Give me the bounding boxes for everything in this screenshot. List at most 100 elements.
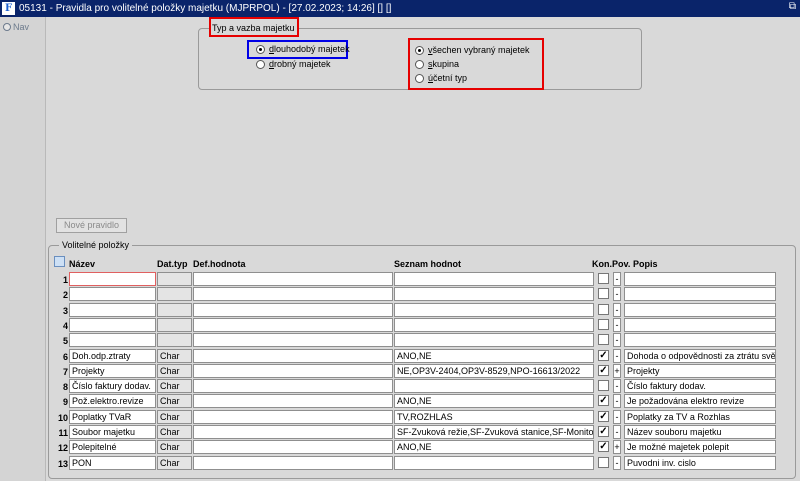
cell-seznam-hodnot[interactable] (394, 379, 594, 394)
select-all-box[interactable] (54, 256, 65, 267)
cell-nazev[interactable]: Pož.elektro.revize (69, 394, 156, 409)
cell-nazev[interactable]: Soubor majetku (69, 425, 156, 439)
pov-toggle[interactable]: - (613, 302, 621, 317)
pov-toggle[interactable]: - (613, 272, 621, 286)
pov-toggle[interactable]: - (613, 348, 621, 363)
kon-checkbox[interactable]: ✓ (598, 364, 609, 376)
restore-window-icon[interactable]: ⧉ (789, 1, 796, 12)
cell-nazev[interactable]: PON (69, 455, 156, 470)
cell-popis[interactable]: Je možné majetek polepit (624, 440, 776, 455)
new-rule-button[interactable]: Nové pravidlo (56, 218, 127, 233)
cell-dattyp[interactable] (157, 272, 192, 286)
cell-dattyp[interactable]: Char (157, 379, 192, 394)
cell-seznam-hodnot[interactable]: ANO,NE (394, 394, 594, 409)
cell-nazev[interactable] (69, 272, 156, 286)
cell-dattyp[interactable]: Char (157, 348, 192, 363)
cell-defhodnota[interactable] (193, 302, 393, 317)
cell-nazev[interactable] (69, 333, 156, 348)
cell-dattyp[interactable] (157, 287, 192, 302)
cell-nazev[interactable]: Polepitelné (69, 440, 156, 455)
cell-nazev[interactable]: Projekty (69, 363, 156, 378)
kon-checkbox[interactable] (598, 288, 609, 300)
radio-long-term-asset[interactable]: dlouhodobý majetek (256, 44, 350, 54)
pov-toggle[interactable]: - (613, 394, 621, 409)
cell-defhodnota[interactable] (193, 394, 393, 409)
cell-seznam-hodnot[interactable] (394, 272, 594, 286)
cell-popis[interactable] (624, 317, 776, 332)
radio-all-selected-assets[interactable]: všechen vybraný majetek (415, 45, 530, 55)
cell-defhodnota[interactable] (193, 348, 393, 363)
cell-dattyp[interactable]: Char (157, 409, 192, 424)
cell-defhodnota[interactable] (193, 333, 393, 348)
cell-defhodnota[interactable] (193, 409, 393, 424)
cell-defhodnota[interactable] (193, 425, 393, 439)
cell-nazev[interactable]: Doh.odp.ztraty (69, 348, 156, 363)
radio-group[interactable]: skupina (415, 59, 459, 69)
cell-nazev[interactable]: Poplatky TVaR (69, 409, 156, 424)
cell-seznam-hodnot[interactable] (394, 287, 594, 302)
kon-checkbox[interactable] (598, 380, 609, 392)
cell-popis[interactable] (624, 272, 776, 286)
pov-toggle[interactable]: - (613, 317, 621, 332)
radio-accounting-type[interactable]: účetní typ (415, 73, 467, 83)
cell-seznam-hodnot[interactable] (394, 317, 594, 332)
cell-defhodnota[interactable] (193, 455, 393, 470)
cell-popis[interactable]: Název souboru majetku (624, 425, 776, 439)
radio-group-indicator[interactable] (415, 59, 424, 69)
cell-popis[interactable]: Je požadována elektro revize (624, 394, 776, 409)
radio-accounting-type-indicator[interactable] (415, 73, 424, 83)
cell-defhodnota[interactable] (193, 317, 393, 332)
cell-defhodnota[interactable] (193, 440, 393, 455)
cell-dattyp[interactable]: Char (157, 394, 192, 409)
radio-long-term-indicator[interactable] (256, 44, 265, 54)
pov-toggle[interactable]: - (613, 333, 621, 348)
cell-dattyp[interactable]: Char (157, 455, 192, 470)
cell-dattyp[interactable]: Char (157, 425, 192, 439)
pov-toggle[interactable]: + (613, 440, 621, 455)
cell-popis[interactable]: Dohoda o odpovědnosti za ztrátu svěř (624, 348, 776, 363)
cell-dattyp[interactable] (157, 317, 192, 332)
cell-popis[interactable]: Číslo faktury dodav. (624, 379, 776, 394)
kon-checkbox[interactable]: ✓ (598, 410, 609, 422)
cell-popis[interactable] (624, 302, 776, 317)
cell-popis[interactable]: Projekty (624, 363, 776, 378)
cell-seznam-hodnot[interactable]: ANO,NE (394, 440, 594, 455)
kon-checkbox[interactable]: ✓ (598, 395, 609, 407)
cell-nazev[interactable] (69, 287, 156, 302)
pov-toggle[interactable]: - (613, 409, 621, 424)
kon-checkbox[interactable]: ✓ (598, 349, 609, 361)
kon-checkbox[interactable]: ✓ (598, 441, 609, 453)
cell-popis[interactable]: Poplatky za TV a Rozhlas (624, 409, 776, 424)
cell-nazev[interactable]: Číslo faktury dodav. (69, 379, 156, 394)
cell-defhodnota[interactable] (193, 287, 393, 302)
kon-checkbox[interactable] (598, 318, 609, 330)
pov-toggle[interactable]: - (613, 379, 621, 394)
radio-all-selected-indicator[interactable] (415, 45, 424, 55)
nav-button[interactable]: Nav (3, 22, 29, 32)
cell-dattyp[interactable] (157, 333, 192, 348)
cell-seznam-hodnot[interactable] (394, 455, 594, 470)
kon-checkbox[interactable]: ✓ (598, 426, 609, 437)
cell-defhodnota[interactable] (193, 272, 393, 286)
cell-popis[interactable]: Puvodni inv. cislo (624, 455, 776, 470)
cell-seznam-hodnot[interactable] (394, 302, 594, 317)
kon-checkbox[interactable] (598, 334, 609, 346)
cell-seznam-hodnot[interactable]: SF-Zvuková režie,SF-Zvuková stanice,SF-M… (394, 425, 594, 439)
cell-dattyp[interactable] (157, 302, 192, 317)
pov-toggle[interactable]: - (613, 287, 621, 302)
pov-toggle[interactable]: - (613, 455, 621, 470)
cell-dattyp[interactable]: Char (157, 440, 192, 455)
pov-toggle[interactable]: + (613, 363, 621, 378)
cell-nazev[interactable] (69, 317, 156, 332)
kon-checkbox[interactable] (598, 456, 609, 468)
radio-small-asset[interactable]: drobný majetek (256, 59, 331, 69)
radio-small-asset-indicator[interactable] (256, 59, 265, 69)
cell-seznam-hodnot[interactable] (394, 333, 594, 348)
cell-defhodnota[interactable] (193, 363, 393, 378)
cell-defhodnota[interactable] (193, 379, 393, 394)
cell-nazev[interactable] (69, 302, 156, 317)
kon-checkbox[interactable] (598, 303, 609, 315)
cell-seznam-hodnot[interactable]: NE,OP3V-2404,OP3V-8529,NPO-16613/2022 (394, 363, 594, 378)
cell-dattyp[interactable]: Char (157, 363, 192, 378)
pov-toggle[interactable]: - (613, 425, 621, 439)
